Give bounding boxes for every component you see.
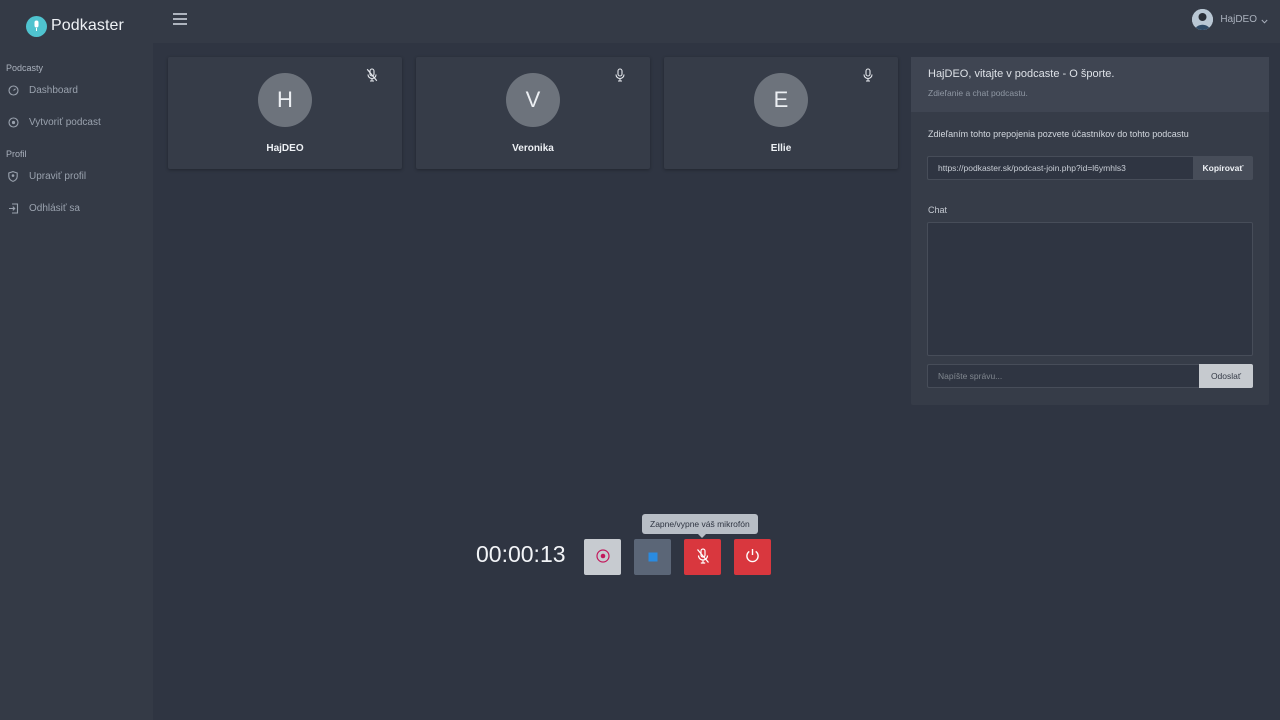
participant-card: V Veronika <box>416 57 650 169</box>
participant-name: Ellie <box>770 143 792 154</box>
chat-label: Chat <box>928 205 948 215</box>
sidebar-section-podcasty: Podcasty <box>6 63 44 73</box>
power-icon <box>745 548 760 566</box>
sidebar-item-create-podcast[interactable]: Vytvoriť podcast <box>0 106 153 138</box>
avatar <box>1192 9 1214 30</box>
sidebar-item-logout[interactable]: Odhlásiť sa <box>0 192 153 224</box>
mic-tooltip: Zapne/vypne váš mikrofón <box>642 514 758 538</box>
user-menu[interactable]: HajDEO <box>1192 9 1268 30</box>
sidebar-item-dashboard[interactable]: Dashboard <box>0 74 153 106</box>
dashboard-icon <box>7 84 19 96</box>
sidebar: Podkaster Podcasty Dashboard Vytvoriť po… <box>0 0 153 720</box>
panel-title: HajDEO, vitajte v podcaste - O športe. <box>928 68 1115 80</box>
top-bar: HajDEO <box>153 0 1280 43</box>
record-button[interactable] <box>584 539 621 575</box>
panel-header: HajDEO, vitajte v podcaste - O športe. Z… <box>911 57 1269 112</box>
participant-name: HajDEO <box>266 143 304 154</box>
message-row: Odoslať <box>927 364 1253 388</box>
chevron-down-icon <box>1261 11 1268 29</box>
mic-icon <box>26 15 47 37</box>
send-button[interactable]: Odoslať <box>1199 364 1253 388</box>
sidebar-item-label: Dashboard <box>29 84 78 96</box>
share-chat-panel: HajDEO, vitajte v podcaste - O športe. Z… <box>911 57 1269 405</box>
mic-muted-icon <box>696 547 710 567</box>
mic-muted-icon <box>366 68 378 82</box>
sidebar-section-profil: Profil <box>6 149 27 159</box>
participant-card: E Ellie <box>664 57 898 169</box>
share-link-row: Kopírovať <box>927 156 1253 180</box>
participant-card: H HajDEO <box>168 57 402 169</box>
stop-button[interactable] <box>634 539 671 575</box>
copy-button[interactable]: Kopírovať <box>1193 156 1253 180</box>
share-description: Zdieľaním tohto prepojenia pozvete účast… <box>928 129 1189 139</box>
brand[interactable]: Podkaster <box>0 0 153 52</box>
shield-user-icon <box>7 170 19 182</box>
logout-icon <box>7 202 19 214</box>
sidebar-item-label: Odhlásiť sa <box>29 202 80 214</box>
sidebar-item-edit-profile[interactable]: Upraviť profil <box>0 160 153 192</box>
recording-timer: 00:00:13 <box>476 541 566 567</box>
participant-name: Veronika <box>512 143 554 154</box>
participant-avatar: E <box>754 73 808 127</box>
share-link-input[interactable] <box>927 156 1193 180</box>
toggle-mic-button[interactable] <box>684 539 721 575</box>
sidebar-item-label: Upraviť profil <box>29 170 87 182</box>
sidebar-item-label: Vytvoriť podcast <box>29 116 101 128</box>
leave-button[interactable] <box>734 539 771 575</box>
chat-messages[interactable] <box>927 222 1253 356</box>
participant-avatar: V <box>506 73 560 127</box>
brand-name: Podkaster <box>51 17 124 34</box>
record-icon <box>595 548 610 566</box>
mic-icon <box>614 68 626 82</box>
mic-icon <box>862 68 874 82</box>
user-name: HajDEO <box>1220 14 1257 25</box>
participant-avatar: H <box>258 73 312 127</box>
message-input[interactable] <box>927 364 1199 388</box>
stop-icon <box>648 550 658 565</box>
circle-dot-icon <box>7 116 19 128</box>
hamburger-menu-icon[interactable] <box>173 13 187 26</box>
panel-subtitle: Zdieľanie a chat podcastu. <box>928 88 1028 98</box>
